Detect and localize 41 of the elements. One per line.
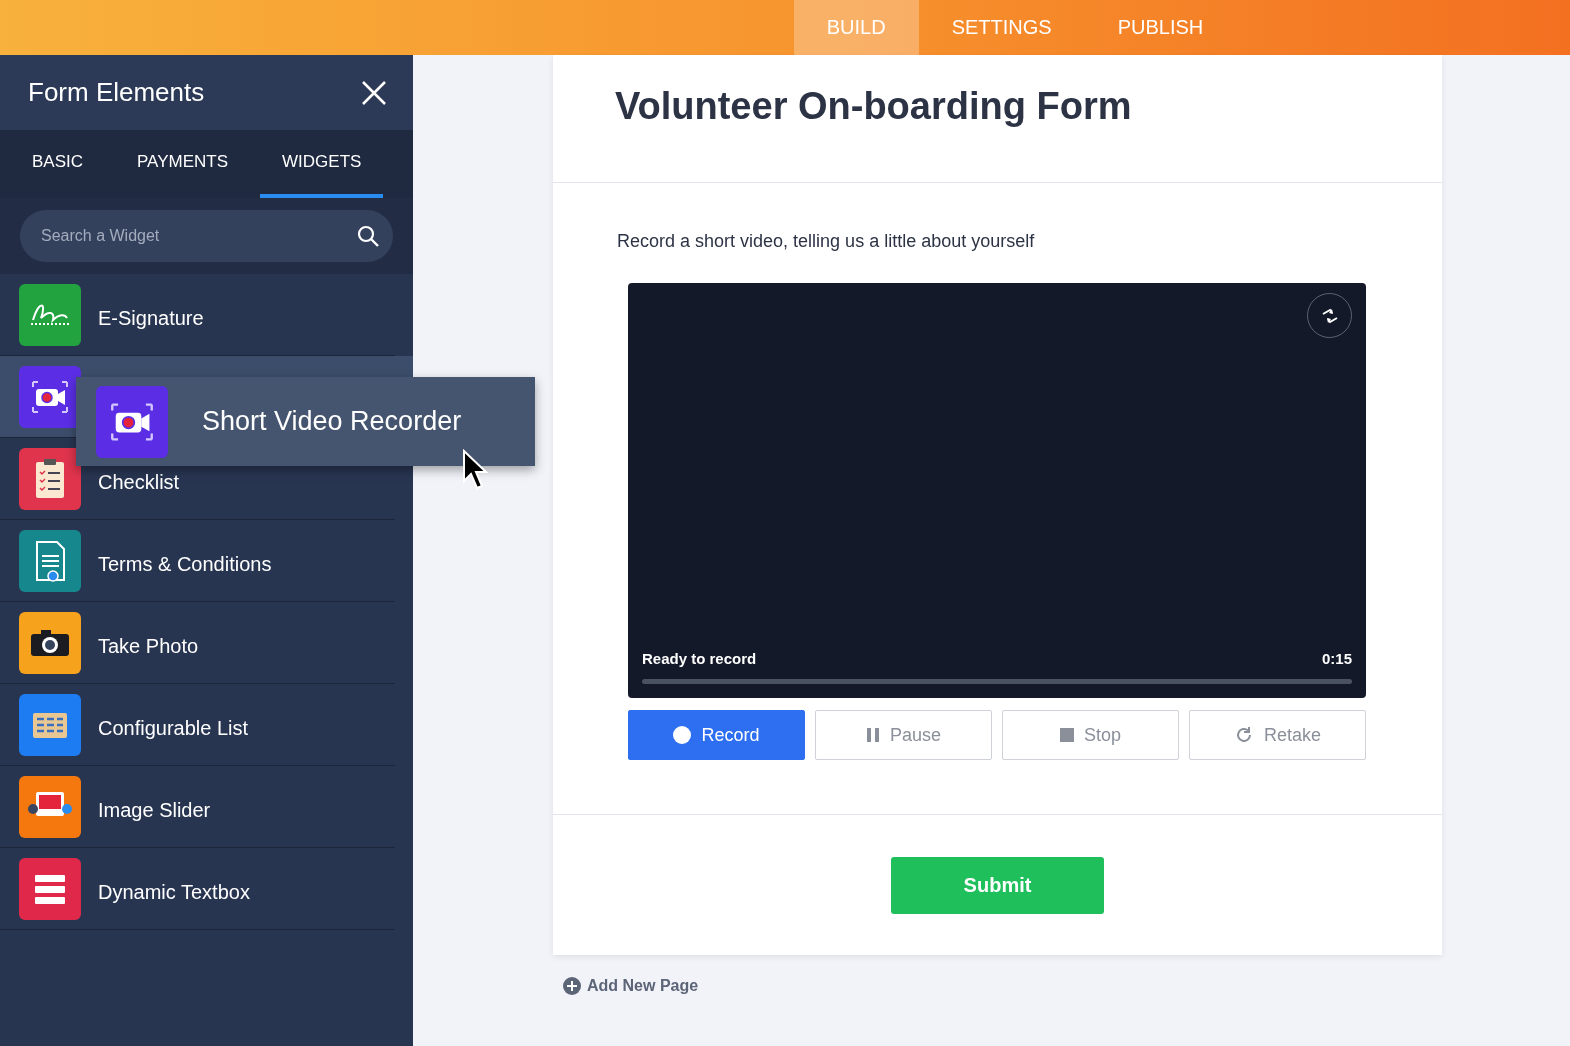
- add-page-link[interactable]: Add New Page: [563, 977, 699, 995]
- signature-icon: [19, 283, 81, 346]
- panel-tab[interactable]: BASIC: [10, 130, 106, 198]
- checklist-icon: [19, 447, 81, 510]
- photo-icon: [19, 611, 81, 674]
- search-field[interactable]: Search a Widget: [20, 210, 393, 262]
- close-icon[interactable]: [361, 79, 387, 106]
- list-icon: [19, 693, 81, 756]
- search-input[interactable]: Search a Widget: [39, 226, 319, 246]
- textbox-icon: [19, 857, 81, 920]
- widget-label: Terms & Conditions: [98, 553, 272, 574]
- question-label: Record a short video, telling us a little about yourself: [617, 231, 1036, 252]
- widget-item[interactable]: Configurable List: [0, 684, 395, 766]
- form-title: Volunteer On-boarding Form: [615, 85, 1133, 128]
- widget-label: Configurable List: [98, 717, 249, 738]
- video-icon: [19, 365, 81, 428]
- search-icon[interactable]: [357, 225, 379, 247]
- status-text: Ready to record: [642, 650, 757, 667]
- widget-item[interactable]: Terms & Conditions: [0, 520, 395, 602]
- widget-label: Checklist: [98, 471, 180, 492]
- widget-item[interactable]: Image Slider: [0, 766, 395, 848]
- widget-label: Take Photo: [98, 635, 199, 656]
- widget-item[interactable]: Dynamic Textbox: [0, 848, 395, 930]
- terms-icon: [19, 529, 81, 592]
- widget-label: Dynamic Textbox: [98, 881, 250, 902]
- record-button[interactable]: Record: [628, 710, 805, 760]
- cursor-icon: [462, 449, 490, 491]
- stop-icon: [1060, 728, 1074, 742]
- widget-label: Image Slider: [98, 799, 211, 820]
- widget-item[interactable]: E-Signature: [0, 274, 395, 356]
- slider-icon: [19, 775, 81, 838]
- pause-icon: [865, 727, 880, 743]
- record-icon: [673, 726, 692, 744]
- widget-item[interactable]: Take Photo: [0, 602, 395, 684]
- time-text: 0:15: [1321, 650, 1352, 667]
- panel-title: Form Elements: [28, 77, 205, 108]
- panel-tab[interactable]: PAYMENTS: [115, 130, 251, 198]
- widget-label: Short Video Recorder: [202, 406, 462, 437]
- widget-label: E-Signature: [98, 307, 204, 328]
- plus-icon: [563, 977, 581, 995]
- video-icon: [96, 385, 168, 458]
